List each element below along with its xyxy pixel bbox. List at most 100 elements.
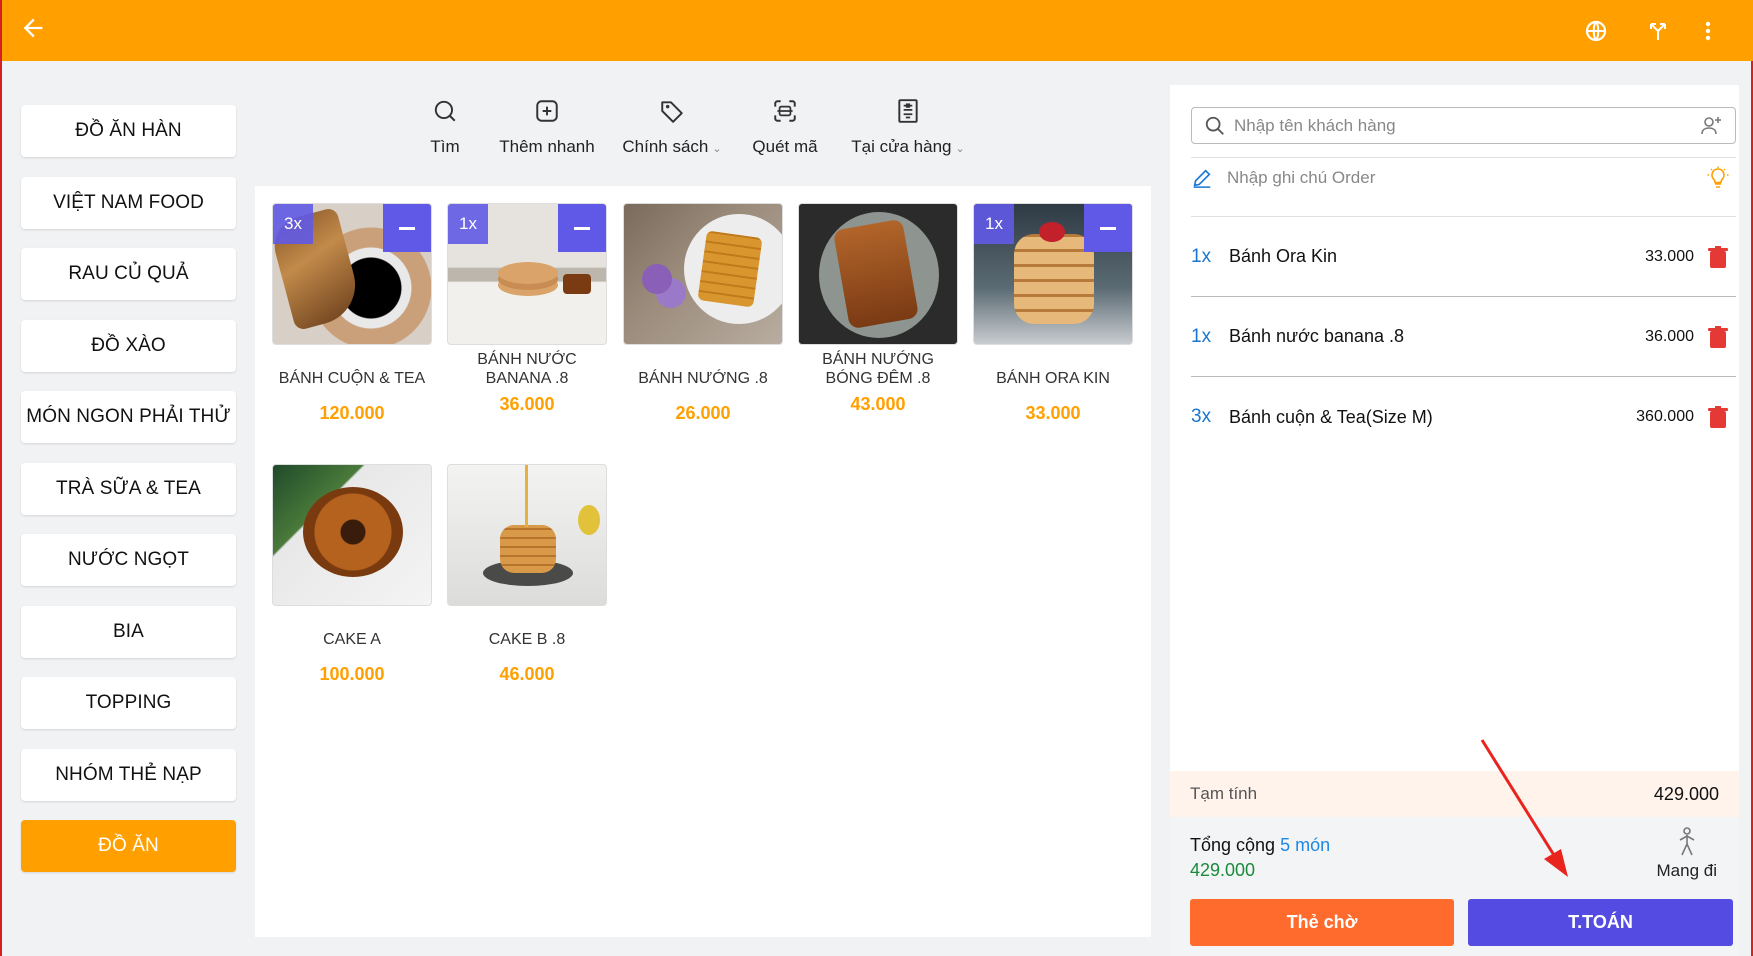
more-vertical-icon[interactable] bbox=[1692, 15, 1724, 47]
subtotal-value: 429.000 bbox=[1653, 783, 1719, 804]
total-count: 5 món bbox=[1280, 835, 1331, 855]
product-price: 33.000 bbox=[1025, 403, 1081, 423]
product-card[interactable]: CAKE B .8 46.000 bbox=[447, 464, 607, 685]
product-image bbox=[623, 203, 783, 345]
product-name: BÁNH CUỘN & TEA bbox=[278, 369, 426, 387]
takeaway-toggle[interactable]: Mang đi bbox=[1657, 827, 1717, 881]
category-do-an-han[interactable]: ĐỒ ĂN HÀN bbox=[21, 105, 236, 157]
product-name: CAKE B .8 bbox=[488, 630, 566, 648]
scan-tool[interactable]: Quét mã bbox=[745, 95, 825, 157]
total-value: 429.000 bbox=[1190, 860, 1256, 880]
search-icon bbox=[429, 95, 461, 127]
decrease-button[interactable] bbox=[558, 204, 606, 252]
order-note-field[interactable] bbox=[1191, 157, 1736, 197]
lightbulb-icon[interactable] bbox=[1706, 166, 1730, 190]
receipt-icon bbox=[892, 95, 924, 127]
category-viet-nam-food[interactable]: VIỆT NAM FOOD bbox=[21, 176, 236, 229]
chevron-down-icon: ⌄ bbox=[955, 143, 965, 155]
product-image bbox=[798, 203, 958, 345]
category-list: ĐỒ ĂN HÀN VIỆT NAM FOOD RAU CỦ QUẢ ĐỒ XÀ… bbox=[21, 105, 236, 892]
product-price: 26.000 bbox=[675, 403, 731, 423]
product-image: 1x bbox=[973, 203, 1133, 345]
order-item-name: Bánh Ora Kin bbox=[1229, 246, 1338, 266]
branch-icon[interactable] bbox=[1642, 15, 1674, 47]
walking-person-icon bbox=[1657, 827, 1717, 857]
minus-icon bbox=[399, 226, 415, 230]
product-price: 120.000 bbox=[319, 403, 385, 423]
search-label: Tìm bbox=[430, 137, 460, 156]
globe-icon[interactable] bbox=[1580, 15, 1612, 47]
search-tool[interactable]: Tìm bbox=[410, 95, 480, 157]
order-item-price: 33.000 bbox=[1645, 247, 1694, 265]
tag-icon bbox=[656, 95, 688, 127]
checkout-button[interactable]: T.TOÁN bbox=[1468, 899, 1733, 946]
trash-icon[interactable] bbox=[1708, 325, 1728, 348]
decrease-button[interactable] bbox=[1084, 204, 1132, 252]
category-nhom-the-nap[interactable]: NHÓM THẺ NẠP bbox=[21, 748, 236, 801]
order-item-qty: 1x bbox=[1191, 325, 1212, 347]
order-item-qty: 3x bbox=[1191, 406, 1212, 427]
product-card[interactable]: BÁNH NƯỚNG .8 26.000 bbox=[623, 203, 783, 424]
product-image: 1x bbox=[447, 203, 607, 345]
product-toolbar: Tìm Thêm nhanh Chính sách ⌄ Quét mã Tại c… bbox=[255, 95, 995, 175]
scan-label: Quét mã bbox=[752, 137, 818, 156]
product-card[interactable]: 1x BÁNH NƯỚC BANANA .8 36.000 bbox=[447, 203, 607, 415]
order-item-name: Bánh cuộn & Tea(Size M) bbox=[1229, 406, 1433, 427]
category-mon-ngon-phai-thu[interactable]: MÓN NGON PHẢI THỬ bbox=[21, 391, 236, 443]
product-card[interactable]: 3x BÁNH CUỘN & TEA 120.000 bbox=[272, 203, 432, 424]
order-item[interactable]: 1x Bánh nước banana .8 36.000 bbox=[1191, 297, 1736, 377]
app-window: ĐỒ ĂN HÀN VIỆT NAM FOOD RAU CỦ QUẢ ĐỒ XÀ… bbox=[0, 0, 1753, 956]
quantity-badge: 3x bbox=[273, 204, 313, 244]
quantity-badge: 1x bbox=[974, 204, 1014, 244]
category-tra-sua-tea[interactable]: TRÀ SỮA & TEA bbox=[21, 462, 236, 515]
category-do-xao[interactable]: ĐỒ XÀO bbox=[21, 319, 236, 372]
chevron-down-icon: ⌄ bbox=[712, 143, 722, 155]
category-do-an[interactable]: ĐỒ ĂN bbox=[21, 820, 236, 872]
hold-order-button[interactable]: Thẻ chờ bbox=[1190, 899, 1454, 946]
trash-icon[interactable] bbox=[1708, 406, 1728, 428]
minus-icon bbox=[1100, 226, 1116, 230]
quick-add-label: Thêm nhanh bbox=[499, 137, 595, 156]
product-card[interactable]: 1x BÁNH ORA KIN 33.000 bbox=[973, 203, 1133, 424]
customer-input[interactable] bbox=[1234, 115, 1699, 136]
totals-section: Tổng cộng 5 món 429.000 Mang đi Thẻ chờ … bbox=[1170, 817, 1739, 956]
decrease-button[interactable] bbox=[383, 204, 431, 252]
category-bia[interactable]: BIA bbox=[21, 605, 236, 658]
pencil-icon bbox=[1191, 167, 1213, 189]
order-item[interactable]: 3x Bánh cuộn & Tea(Size M) 360.000 bbox=[1191, 377, 1736, 457]
order-item[interactable]: 1x Bánh Ora Kin 33.000 bbox=[1191, 217, 1736, 297]
back-arrow-icon[interactable] bbox=[16, 14, 50, 48]
product-name: BÁNH NƯỚNG BÓNG ĐÊM .8 bbox=[822, 351, 934, 387]
product-name: BÁNH ORA KIN bbox=[996, 369, 1110, 387]
category-rau-cu-qua[interactable]: RAU CỦ QUẢ bbox=[21, 248, 236, 300]
customer-field[interactable] bbox=[1191, 107, 1736, 144]
store-tool[interactable]: Tại cửa hàng ⌄ bbox=[848, 95, 968, 157]
product-price: 100.000 bbox=[319, 664, 385, 684]
search-icon bbox=[1204, 115, 1226, 137]
product-grid: 3x BÁNH CUỘN & TEA 120.000 1x BÁNH NƯỚC … bbox=[255, 186, 1151, 937]
policy-tool[interactable]: Chính sách ⌄ bbox=[617, 95, 727, 157]
product-price: 43.000 bbox=[850, 394, 906, 414]
order-item-price: 36.000 bbox=[1645, 327, 1694, 345]
quantity-badge: 1x bbox=[448, 204, 488, 244]
order-panel: 1x Bánh Ora Kin 33.000 1x Bánh nước bana… bbox=[1170, 85, 1739, 956]
total-label-text: Tổng cộng bbox=[1190, 835, 1276, 855]
order-items: 1x Bánh Ora Kin 33.000 1x Bánh nước bana… bbox=[1191, 216, 1736, 457]
subtotal-label: Tạm tính bbox=[1190, 784, 1258, 803]
product-name: BÁNH NƯỚC BANANA .8 bbox=[477, 351, 577, 387]
category-topping[interactable]: TOPPING bbox=[21, 677, 236, 729]
product-name: CAKE A bbox=[323, 630, 381, 648]
quick-add-tool[interactable]: Thêm nhanh bbox=[492, 95, 602, 157]
product-card[interactable]: CAKE A 100.000 bbox=[272, 464, 432, 685]
total-label: Tổng cộng 5 món bbox=[1190, 835, 1330, 856]
category-nuoc-ngot[interactable]: NƯỚC NGỌT bbox=[21, 534, 236, 586]
plus-square-icon bbox=[531, 95, 563, 127]
add-customer-icon[interactable] bbox=[1699, 114, 1723, 138]
product-price: 36.000 bbox=[499, 394, 555, 414]
order-note-input[interactable] bbox=[1227, 167, 1706, 188]
product-image bbox=[447, 464, 607, 606]
trash-icon[interactable] bbox=[1708, 245, 1728, 268]
product-price: 46.000 bbox=[499, 664, 555, 684]
product-image: 3x bbox=[272, 203, 432, 345]
product-card[interactable]: BÁNH NƯỚNG BÓNG ĐÊM .8 43.000 bbox=[798, 203, 958, 415]
